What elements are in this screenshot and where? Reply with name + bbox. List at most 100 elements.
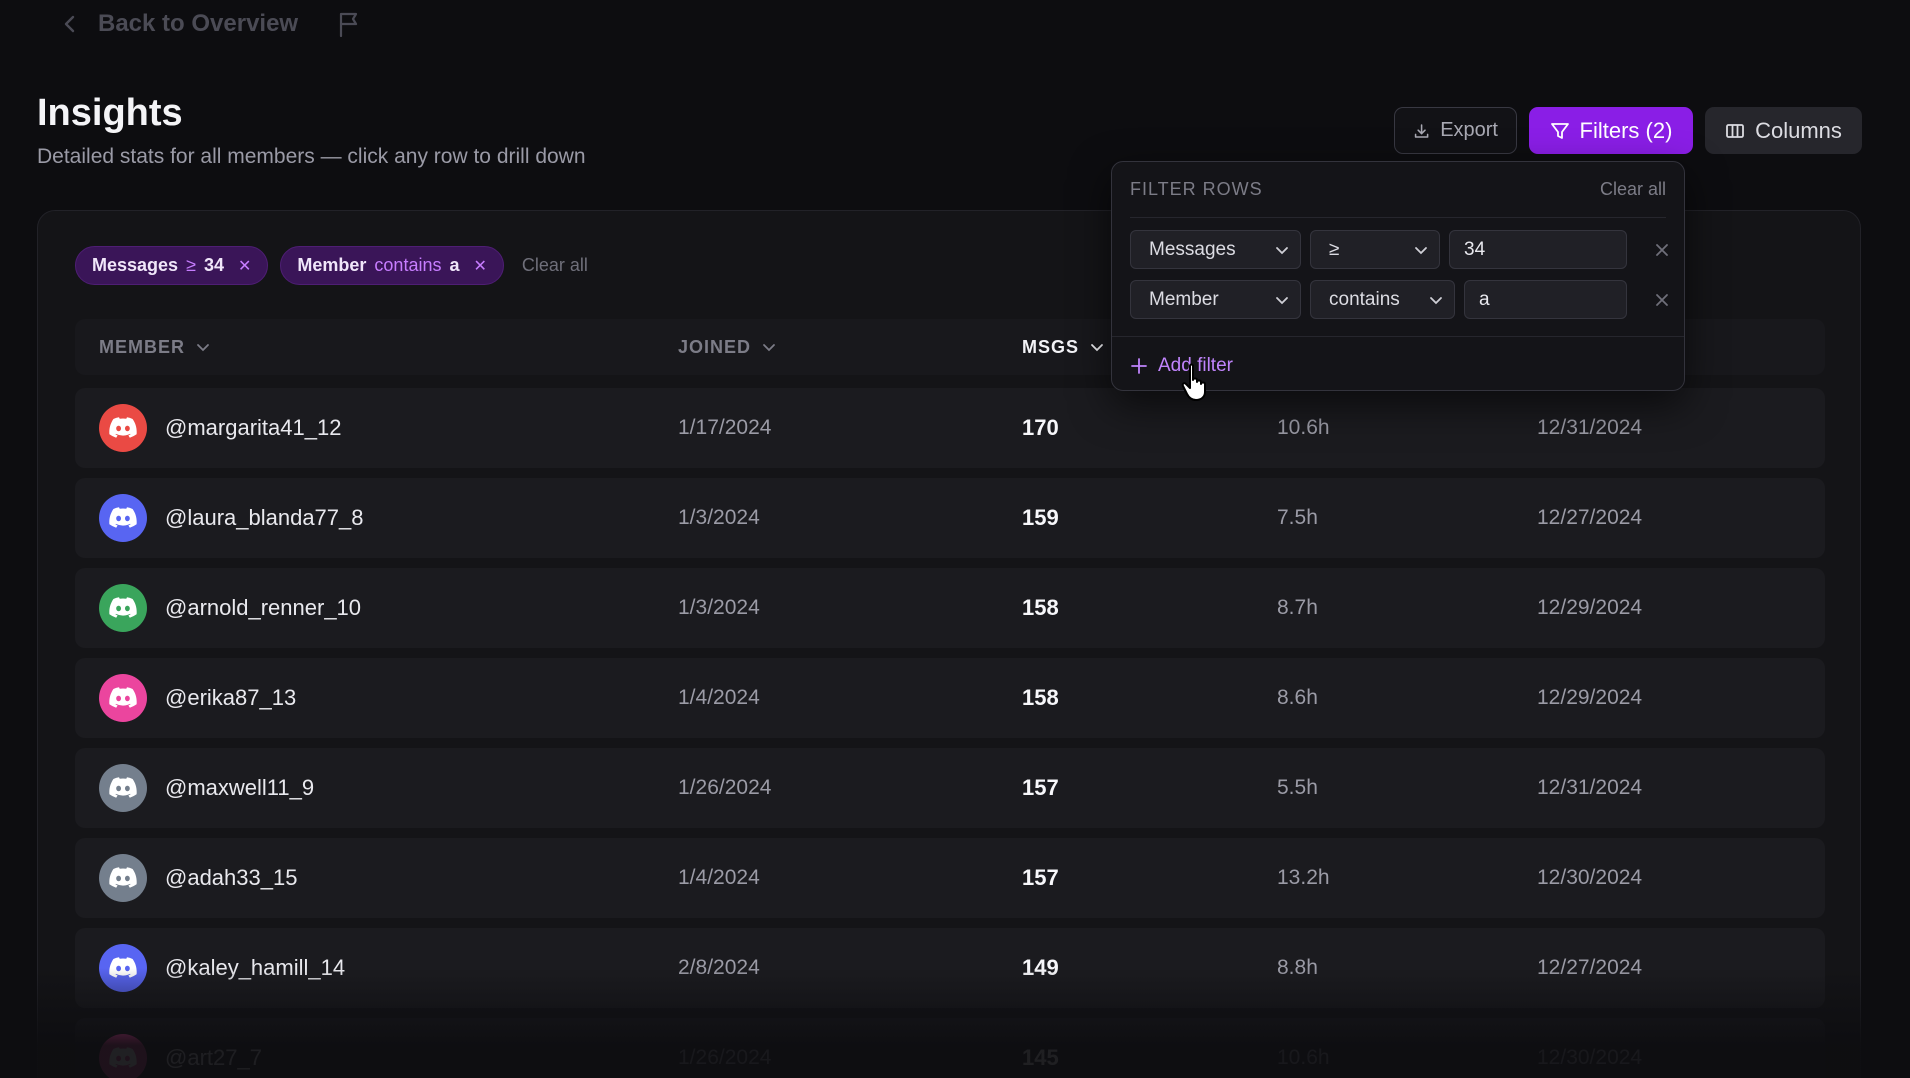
joined-cell: 2/8/2024 <box>678 956 760 979</box>
remove-chip-icon[interactable]: ✕ <box>238 256 251 276</box>
chip-value: a <box>449 255 460 275</box>
chip-field: Messages <box>92 255 179 275</box>
chevron-down-icon <box>197 344 209 352</box>
voice-hours-cell: 7.5h <box>1277 506 1318 529</box>
chip-operator: contains <box>374 255 442 275</box>
plus-icon <box>1131 358 1147 374</box>
filter-operator-select[interactable]: contains <box>1310 280 1455 319</box>
member-name: @arnold_renner_10 <box>165 595 362 620</box>
table-row[interactable]: @arnold_renner_10 1/3/2024 158 8.7h 12/29/20… <box>75 568 1825 648</box>
clear-all-chips-link[interactable]: Clear all <box>522 255 588 276</box>
flag-icon[interactable] <box>338 11 360 37</box>
member-cell: @kaley_hamill_14 <box>99 928 345 1008</box>
table-body: @margarita41_12 1/17/2024 170 10.6h 12/31/20… <box>75 388 1825 1078</box>
back-label: Back to Overview <box>98 10 299 37</box>
voice-hours-cell: 8.6h <box>1277 686 1318 709</box>
select-value: contains <box>1329 288 1400 310</box>
discord-avatar-icon <box>99 764 147 812</box>
table-row[interactable]: @art27_7 1/26/2024 145 10.6h 12/30/2024 <box>75 1018 1825 1078</box>
filter-value-input[interactable]: 34 <box>1449 230 1627 269</box>
filter-value-input[interactable]: a <box>1464 280 1627 319</box>
export-button[interactable]: Export <box>1394 107 1517 154</box>
filter-rows-popover: FILTER ROWS Clear all Messages ≥ 34 Memb… <box>1111 161 1685 391</box>
chip-field: Member <box>297 255 367 275</box>
filter-operator-select[interactable]: ≥ <box>1310 230 1440 269</box>
member-name: @maxwell11_9 <box>165 775 315 800</box>
remove-filter-icon[interactable] <box>1650 288 1674 312</box>
export-label: Export <box>1440 119 1498 141</box>
voice-hours-cell: 10.6h <box>1277 1046 1330 1069</box>
member-cell: @arnold_renner_10 <box>99 568 361 648</box>
msgs-cell: 145 <box>1022 1045 1059 1070</box>
table-row[interactable]: @laura_blanda77_8 1/3/2024 159 7.5h 12/27/20… <box>75 478 1825 558</box>
table-row[interactable]: @maxwell11_9 1/26/2024 157 5.5h 12/31/2024 <box>75 748 1825 828</box>
popover-divider <box>1112 336 1684 337</box>
discord-avatar-icon <box>99 584 147 632</box>
input-value: 34 <box>1464 238 1486 260</box>
last-active-cell: 12/31/2024 <box>1537 416 1643 439</box>
filter-row: Member contains a <box>1130 280 1674 319</box>
table-row[interactable]: @erika87_13 1/4/2024 158 8.6h 12/29/2024 <box>75 658 1825 738</box>
chevron-down-icon <box>1430 296 1442 304</box>
last-active-cell: 12/27/2024 <box>1537 956 1643 979</box>
msgs-cell: 159 <box>1022 505 1059 530</box>
column-label: JOINED <box>678 336 752 357</box>
last-active-cell: 12/27/2024 <box>1537 506 1643 529</box>
column-header-joined[interactable]: JOINED <box>678 319 777 375</box>
select-value: Messages <box>1149 238 1236 260</box>
msgs-cell: 157 <box>1022 775 1059 800</box>
table-row[interactable]: @kaley_hamill_14 2/8/2024 149 8.8h 12/27/202… <box>75 928 1825 1008</box>
msgs-cell: 149 <box>1022 955 1059 980</box>
chevron-down-icon <box>1276 246 1288 254</box>
column-label: MEMBER <box>99 336 185 357</box>
last-active-cell: 12/29/2024 <box>1537 686 1643 709</box>
joined-cell: 1/17/2024 <box>678 416 772 439</box>
filter-field-select[interactable]: Messages <box>1130 230 1301 269</box>
column-header-msgs[interactable]: MSGS <box>1022 319 1105 375</box>
filters-label: Filters (2) <box>1579 117 1673 143</box>
hand-pointer-cursor-icon <box>1181 363 1206 401</box>
filter-chip[interactable]: Messages ≥ 34 ✕ <box>75 246 269 285</box>
select-value: Member <box>1149 288 1219 310</box>
voice-hours-cell: 8.7h <box>1277 596 1318 619</box>
active-filter-chips: Messages ≥ 34 ✕ Member contains a ✕ Clea… <box>75 246 588 285</box>
back-to-overview-link[interactable]: Back to Overview <box>60 6 360 42</box>
column-label: MSGS <box>1022 336 1080 357</box>
member-name: @adah33_15 <box>165 865 298 890</box>
chevron-down-icon <box>1091 344 1103 352</box>
popover-clear-all[interactable]: Clear all <box>1600 179 1666 200</box>
voice-hours-cell: 13.2h <box>1277 866 1330 889</box>
columns-label: Columns <box>1755 117 1842 143</box>
download-icon <box>1414 123 1429 138</box>
last-active-cell: 12/29/2024 <box>1537 596 1643 619</box>
remove-filter-icon[interactable] <box>1650 238 1674 262</box>
columns-button[interactable]: Columns <box>1705 107 1862 154</box>
member-cell: @margarita41_12 <box>99 388 341 468</box>
filter-chip[interactable]: Member contains a ✕ <box>280 246 504 285</box>
discord-avatar-icon <box>99 944 147 992</box>
joined-cell: 1/3/2024 <box>678 596 760 619</box>
member-name: @erika87_13 <box>165 685 297 710</box>
filter-field-select[interactable]: Member <box>1130 280 1301 319</box>
filters-button[interactable]: Filters (2) <box>1529 107 1693 154</box>
discord-avatar-icon <box>99 854 147 902</box>
chip-value: 34 <box>203 255 224 275</box>
msgs-cell: 158 <box>1022 595 1059 620</box>
last-active-cell: 12/30/2024 <box>1537 866 1643 889</box>
popover-title: FILTER ROWS <box>1130 179 1263 199</box>
discord-avatar-icon <box>99 494 147 542</box>
msgs-cell: 157 <box>1022 865 1059 890</box>
member-name: @margarita41_12 <box>165 415 342 440</box>
member-name: @laura_blanda77_8 <box>165 505 364 530</box>
column-header-member[interactable]: MEMBER <box>99 319 211 375</box>
popover-header: FILTER ROWS Clear all <box>1130 162 1666 218</box>
filter-row: Messages ≥ 34 <box>1130 230 1674 269</box>
chip-operator: ≥ <box>186 255 196 275</box>
table-row[interactable]: @adah33_15 1/4/2024 157 13.2h 12/30/2024 <box>75 838 1825 918</box>
joined-cell: 1/3/2024 <box>678 506 760 529</box>
funnel-icon <box>1550 122 1569 139</box>
columns-icon <box>1726 123 1744 138</box>
table-row[interactable]: @margarita41_12 1/17/2024 170 10.6h 12/31/20… <box>75 388 1825 468</box>
remove-chip-icon[interactable]: ✕ <box>473 256 486 276</box>
msgs-cell: 170 <box>1022 415 1059 440</box>
